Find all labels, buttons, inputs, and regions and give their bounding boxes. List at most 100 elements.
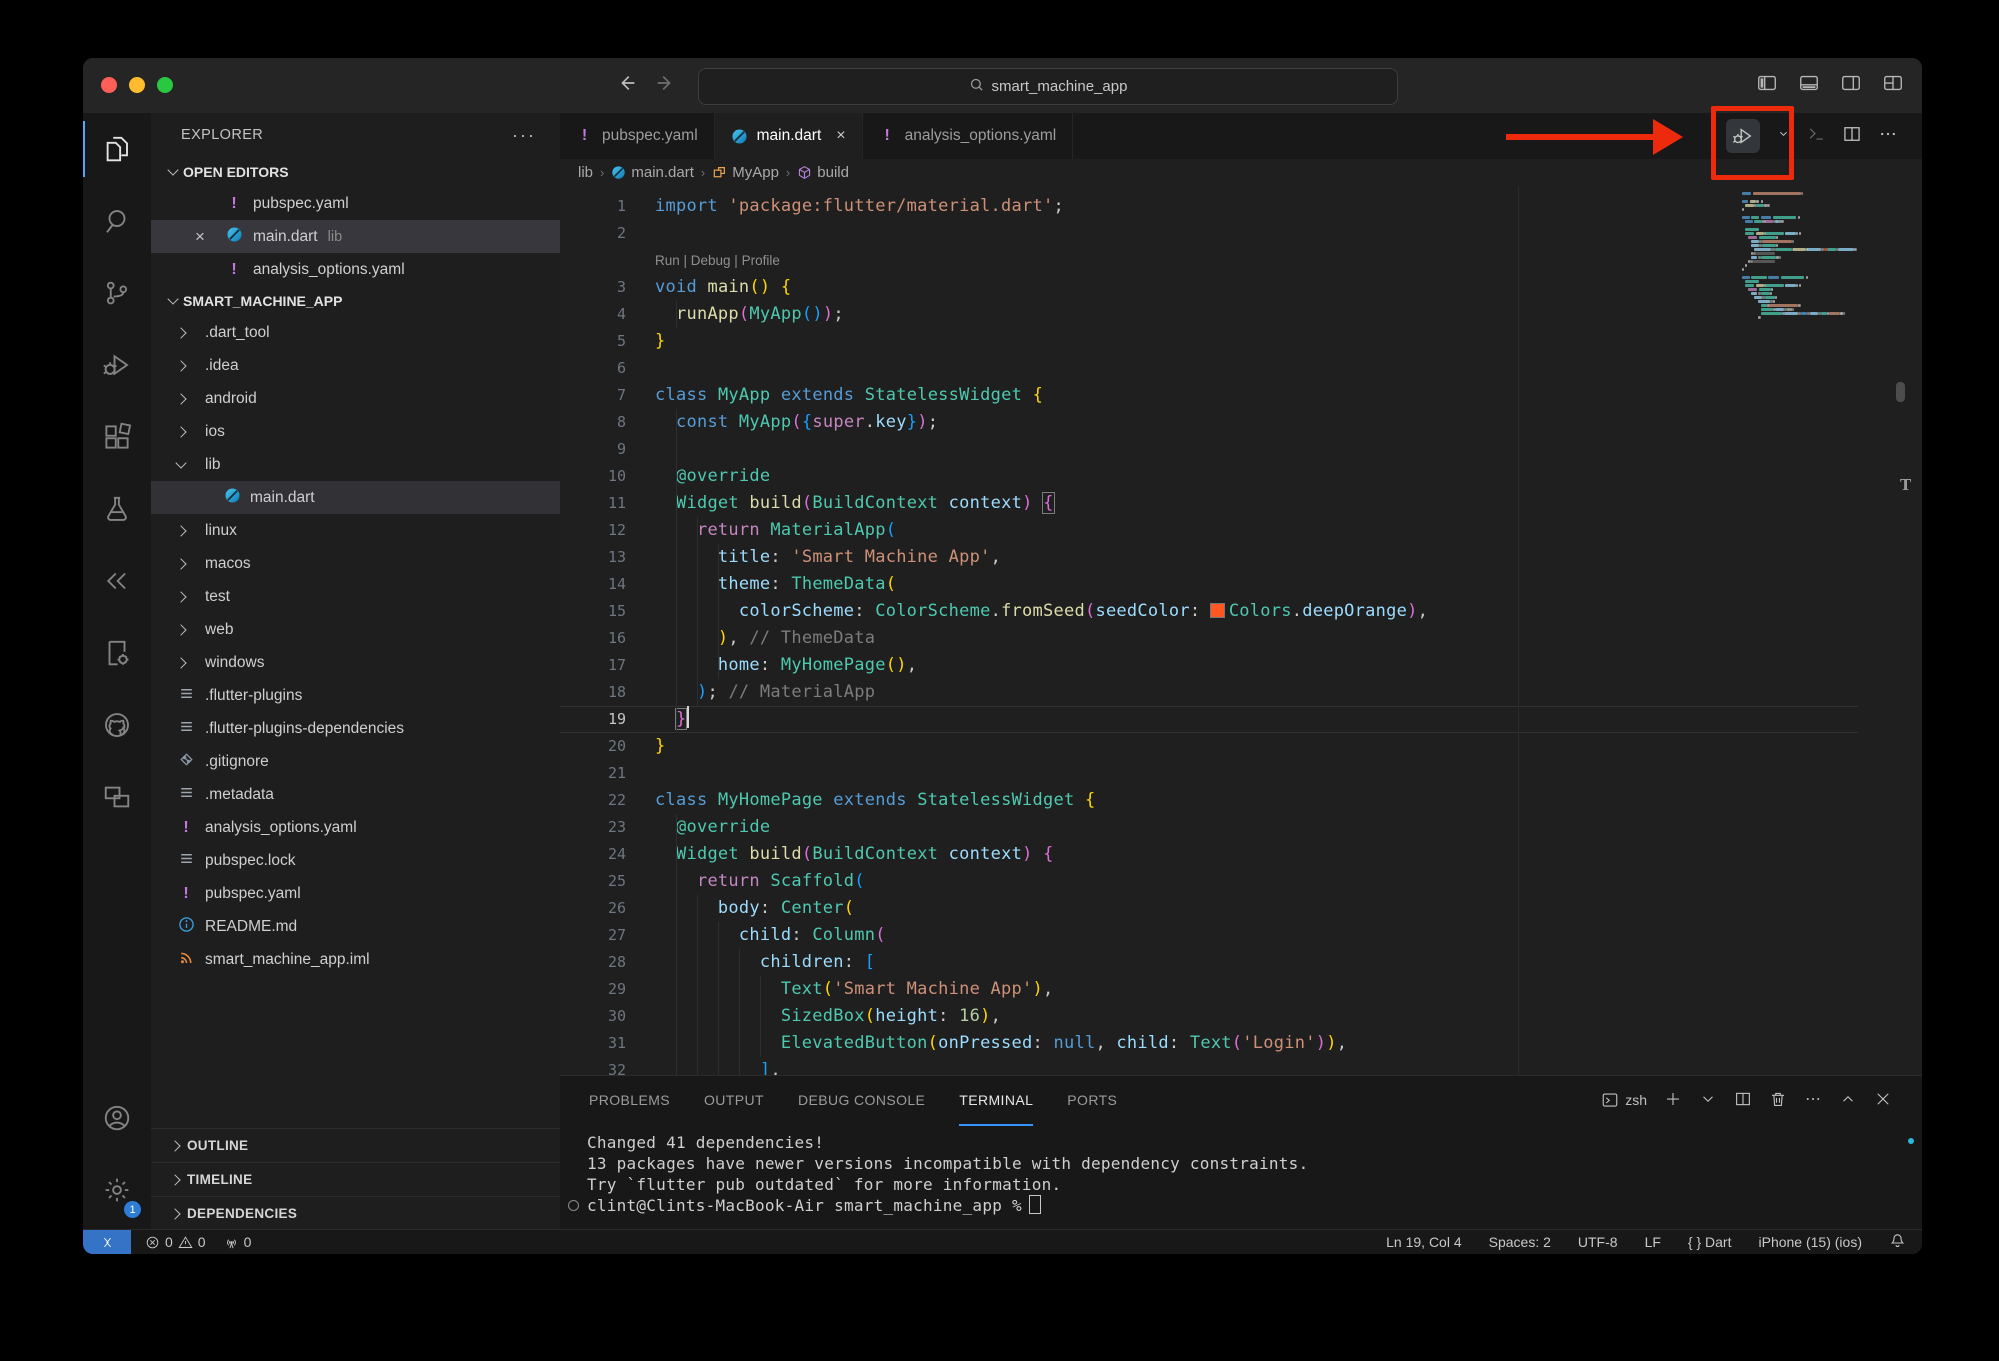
activity-item-remote-explorer[interactable]	[83, 761, 151, 833]
layout-grid-button[interactable]	[1882, 72, 1904, 99]
project-root-header[interactable]: SMART_MACHINE_APP	[151, 286, 560, 316]
breadcrumb-item-build[interactable]: build	[797, 164, 849, 181]
tree-file-.metadata[interactable]: .metadata	[151, 778, 560, 811]
sidebar-section-dependencies[interactable]: DEPENDENCIES	[151, 1196, 560, 1230]
activity-item-explorer[interactable]	[83, 113, 151, 185]
terminal-output[interactable]: Changed 41 dependencies!13 packages have…	[587, 1132, 1902, 1216]
panel-more-actions-button[interactable]	[1804, 1090, 1822, 1111]
code-line-23[interactable]: 23 @override	[560, 814, 1858, 841]
code-editor[interactable]: 1import 'package:flutter/material.dart';…	[560, 186, 1922, 1076]
tab-pubspec.yaml[interactable]: !pubspec.yaml	[560, 113, 715, 159]
code-line-6[interactable]: 6	[560, 355, 1858, 382]
split-editor-button[interactable]	[1842, 124, 1862, 149]
code-line-28[interactable]: 28 children: [	[560, 949, 1858, 976]
code-line-18[interactable]: 18 ); // MaterialApp	[560, 679, 1858, 706]
sidebar-more-icon[interactable]: ···	[512, 125, 536, 146]
activity-item-testing[interactable]	[83, 473, 151, 545]
close-icon[interactable]: ×	[836, 127, 845, 145]
code-line-11[interactable]: 11 Widget build(BuildContext context) {	[560, 490, 1858, 517]
panel-tab-problems[interactable]: PROBLEMS	[589, 1076, 670, 1126]
code-line-9[interactable]: 9	[560, 436, 1858, 463]
status-item[interactable]: Spaces: 2	[1489, 1234, 1551, 1250]
tree-file-smart_machine_app.iml[interactable]: smart_machine_app.iml	[151, 943, 560, 976]
sidebar-section-outline[interactable]: OUTLINE	[151, 1128, 560, 1162]
close-window-button[interactable]	[101, 77, 117, 93]
breadcrumb-item-lib[interactable]: lib	[578, 164, 593, 181]
code-line-13[interactable]: 13 title: 'Smart Machine App',	[560, 544, 1858, 571]
tree-folder-.idea[interactable]: .idea	[151, 349, 560, 382]
breadcrumb-item-MyApp[interactable]: MyApp	[712, 164, 779, 181]
panel-tab-debug-console[interactable]: DEBUG CONSOLE	[798, 1076, 925, 1126]
code-line-14[interactable]: 14 theme: ThemeData(	[560, 571, 1858, 598]
open-editors-header[interactable]: OPEN EDITORS	[151, 157, 560, 187]
code-line-2[interactable]: 2	[560, 220, 1858, 247]
split-terminal-button[interactable]	[1734, 1090, 1752, 1111]
code-line-29[interactable]: 29 Text('Smart Machine App'),	[560, 976, 1858, 1003]
editor-more-actions-button[interactable]	[1878, 124, 1898, 149]
code-line-7[interactable]: 7class MyApp extends StatelessWidget {	[560, 382, 1858, 409]
code-line-31[interactable]: 31 ElevatedButton(onPressed: null, child…	[560, 1030, 1858, 1057]
status-item[interactable]: Ln 19, Col 4	[1386, 1234, 1462, 1250]
code-line-21[interactable]: 21	[560, 760, 1858, 787]
tree-file-main.dart[interactable]: main.dart	[151, 481, 560, 514]
minimize-window-button[interactable]	[129, 77, 145, 93]
tree-folder-lib[interactable]: lib	[151, 448, 560, 481]
code-line-17[interactable]: 17 home: MyHomePage(),	[560, 652, 1858, 679]
tab-main.dart[interactable]: main.dart×	[715, 113, 863, 159]
panel-tab-ports[interactable]: PORTS	[1067, 1076, 1117, 1126]
forward-button[interactable]	[654, 72, 676, 99]
activity-item-settings[interactable]: 1	[83, 1154, 151, 1226]
code-line-26[interactable]: 26 body: Center(	[560, 895, 1858, 922]
problems-status[interactable]: 00	[145, 1234, 206, 1250]
code-line-8[interactable]: 8 const MyApp({super.key});	[560, 409, 1858, 436]
tree-file-pubspec.lock[interactable]: pubspec.lock	[151, 844, 560, 877]
terminal-dropdown-button[interactable]	[1699, 1090, 1717, 1111]
minimap[interactable]	[1742, 186, 1858, 1076]
status-item[interactable]: UTF-8	[1578, 1234, 1618, 1250]
activity-item-search[interactable]	[83, 185, 151, 257]
activity-item-run-and-debug[interactable]	[83, 329, 151, 401]
codelens[interactable]: Run | Debug | Profile	[560, 247, 1858, 274]
tree-folder-.dart_tool[interactable]: .dart_tool	[151, 316, 560, 349]
tree-file-.flutter-plugins[interactable]: .flutter-plugins	[151, 679, 560, 712]
code-line-24[interactable]: 24 Widget build(BuildContext context) {	[560, 841, 1858, 868]
open-editor-pubspec.yaml[interactable]: !pubspec.yaml	[151, 187, 560, 220]
run-and-debug-button[interactable]	[1726, 119, 1760, 153]
code-line-12[interactable]: 12 return MaterialApp(	[560, 517, 1858, 544]
code-line-27[interactable]: 27 child: Column(	[560, 922, 1858, 949]
tree-file-pubspec.yaml[interactable]: !pubspec.yaml	[151, 877, 560, 910]
activity-item-github[interactable]	[83, 689, 151, 761]
tree-folder-web[interactable]: web	[151, 613, 560, 646]
tree-folder-windows[interactable]: windows	[151, 646, 560, 679]
tab-analysis_options.yaml[interactable]: !analysis_options.yaml	[863, 113, 1074, 159]
scrollbar-thumb[interactable]	[1896, 382, 1905, 402]
command-center-search[interactable]: smart_machine_app	[698, 68, 1398, 105]
tree-file-.flutter-plugins-dependencies[interactable]: .flutter-plugins-dependencies	[151, 712, 560, 745]
close-panel-button[interactable]	[1874, 1090, 1892, 1111]
code-line-32[interactable]: 32 ],	[560, 1057, 1858, 1076]
code-line-3[interactable]: 3void main() {	[560, 274, 1858, 301]
activity-item-source-control[interactable]	[83, 257, 151, 329]
code-line-22[interactable]: 22class MyHomePage extends StatelessWidg…	[560, 787, 1858, 814]
panel-tab-terminal[interactable]: TERMINAL	[959, 1076, 1033, 1126]
open-terminal-button[interactable]	[1807, 124, 1826, 148]
back-button[interactable]	[616, 72, 638, 99]
tree-folder-linux[interactable]: linux	[151, 514, 560, 547]
tree-folder-test[interactable]: test	[151, 580, 560, 613]
close-icon[interactable]: ×	[195, 227, 205, 247]
code-line-20[interactable]: 20}	[560, 733, 1858, 760]
tree-file-.gitignore[interactable]: .gitignore	[151, 745, 560, 778]
notifications-bell-button[interactable]	[1889, 1232, 1906, 1252]
layout-panel-button[interactable]	[1798, 72, 1820, 99]
new-terminal-button[interactable]	[1664, 1090, 1682, 1111]
tree-file-analysis_options.yaml[interactable]: !analysis_options.yaml	[151, 811, 560, 844]
code-line-30[interactable]: 30 SizedBox(height: 16),	[560, 1003, 1858, 1030]
breadcrumb-item-main.dart[interactable]: main.dart	[611, 164, 694, 181]
tree-folder-android[interactable]: android	[151, 382, 560, 415]
code-line-15[interactable]: 15 colorScheme: ColorScheme.fromSeed(see…	[560, 598, 1858, 625]
remote-indicator[interactable]	[83, 1230, 131, 1254]
status-item[interactable]: iPhone (15) (ios)	[1759, 1234, 1863, 1250]
code-line-19[interactable]: 19 }	[560, 706, 1858, 733]
shell-selector[interactable]: zsh	[1601, 1091, 1647, 1109]
ports-status[interactable]: 0	[224, 1234, 252, 1250]
